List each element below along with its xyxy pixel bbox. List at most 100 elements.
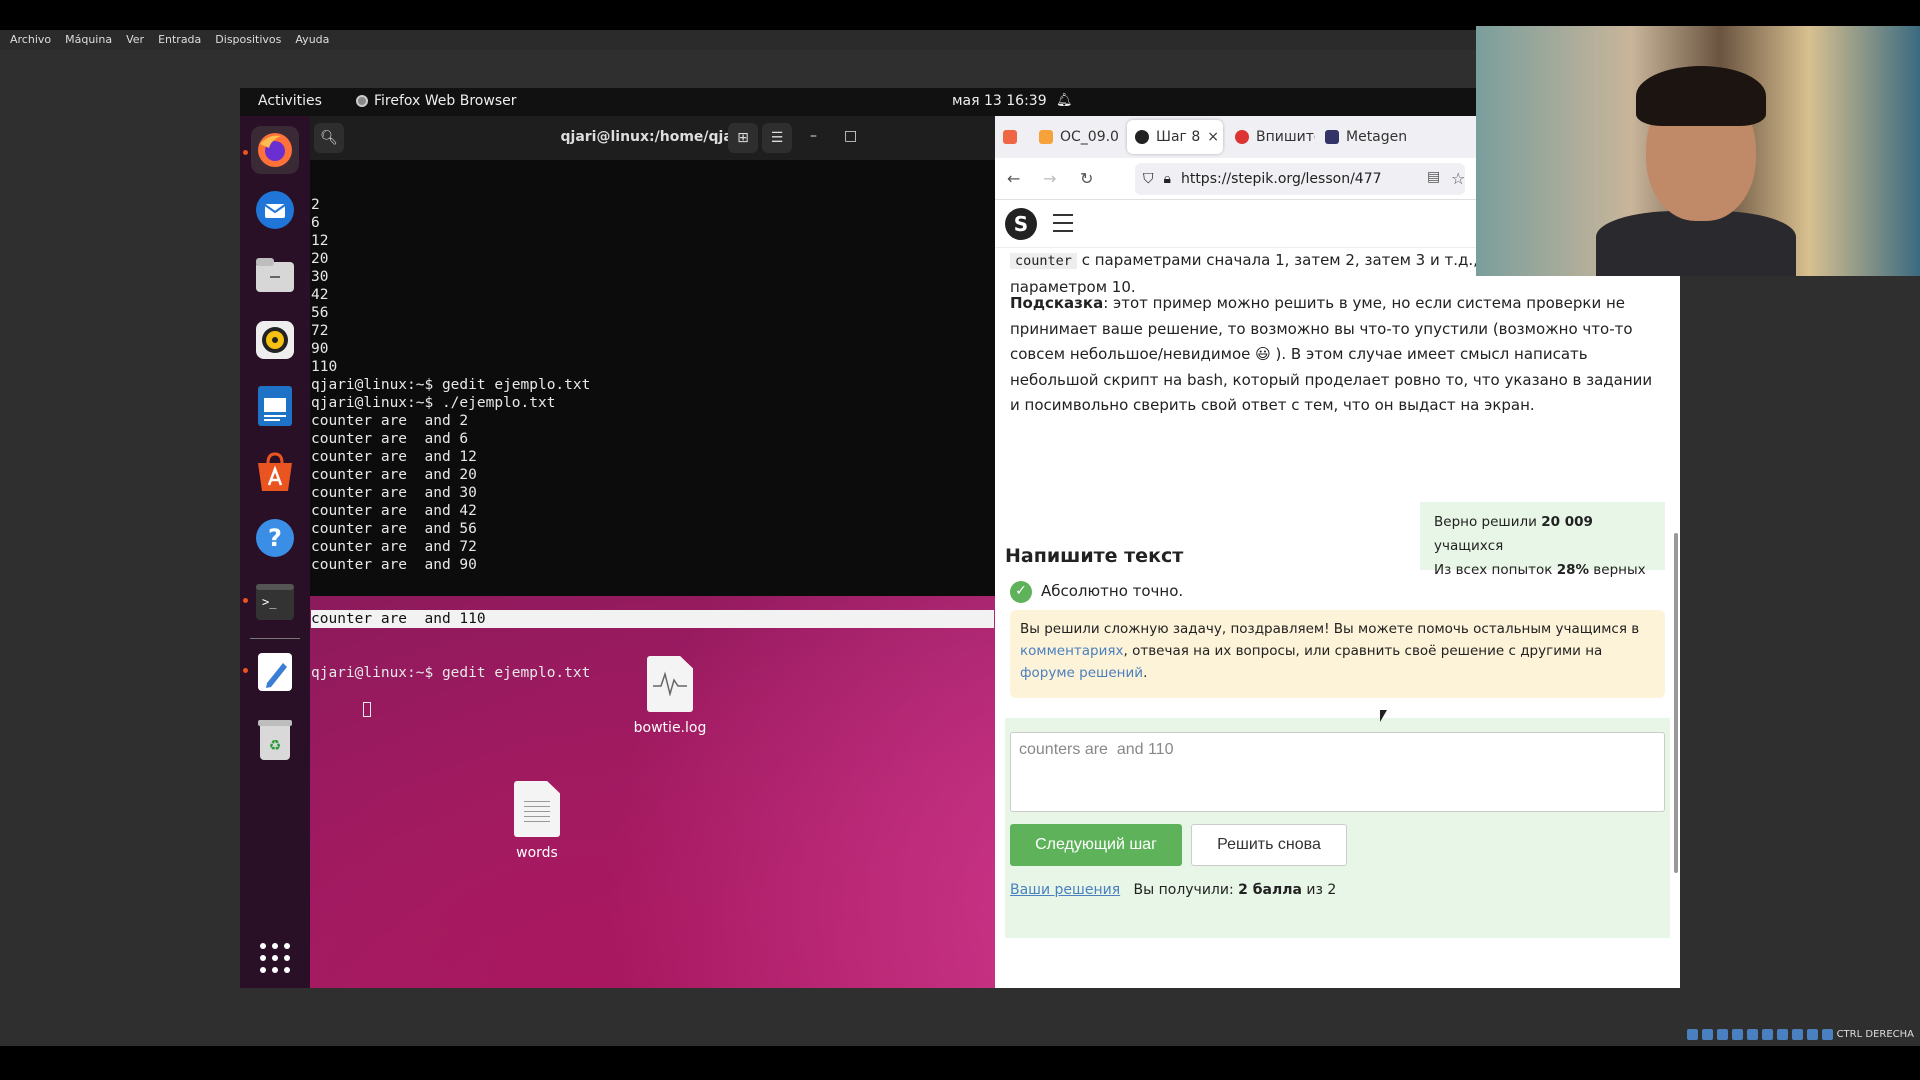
stepik-logo[interactable]: S: [1005, 208, 1037, 240]
reload-icon[interactable]: ↻: [1080, 169, 1093, 188]
app-grid-icon: [260, 943, 290, 973]
terminal-window[interactable]: 🔍︎ qjari@linux:/home/qjari ⊞ ☰ – □ 2 6 12 2…: [310, 116, 995, 717]
menu-ver[interactable]: Ver: [126, 33, 144, 47]
bell-icon[interactable]: 🔔︎: [1056, 93, 1073, 108]
solve-again-button[interactable]: Решить снова: [1191, 824, 1347, 866]
recording-icon[interactable]: [1791, 1028, 1803, 1040]
tab-label: Шаг 8: [1156, 129, 1201, 145]
help-dock-icon[interactable]: ?: [251, 514, 299, 562]
url-text: https://stepik.org/lesson/477: [1180, 171, 1382, 187]
audio-icon[interactable]: [1716, 1028, 1728, 1040]
firefox-icon: [1003, 130, 1017, 144]
webcam-hair: [1636, 66, 1766, 126]
menu-icon[interactable]: ☰: [762, 123, 792, 153]
congrats-text: .: [1143, 665, 1148, 681]
answer-field[interactable]: [1010, 732, 1665, 812]
site-icon: [1039, 130, 1053, 144]
hamburger-icon[interactable]: [1053, 214, 1073, 232]
page-scrollbar[interactable]: [1674, 533, 1678, 873]
minimize-icon[interactable]: –: [810, 128, 817, 144]
firefox-icon: [356, 95, 368, 107]
shield-icon[interactable]: ⛉: [1143, 171, 1154, 187]
show-apps-button[interactable]: [251, 934, 299, 982]
score-suffix: из 2: [1301, 882, 1337, 898]
terminal-line: 110: [311, 359, 338, 375]
bookmark-star-icon[interactable]: ☆: [1451, 169, 1465, 188]
url-bar[interactable]: ⛉ 🔒︎ https://stepik.org/lesson/477: [1135, 163, 1465, 195]
your-solutions-link[interactable]: Ваши решения: [1010, 882, 1120, 898]
stat-value: 28%: [1556, 562, 1590, 578]
menu-entrada[interactable]: Entrada: [158, 33, 201, 47]
tab-step[interactable]: Шаг 8 ×: [1127, 120, 1223, 154]
clock[interactable]: мая 13 16:39: [952, 93, 1047, 109]
rhythmbox-dock-icon[interactable]: [251, 316, 299, 364]
app-center-dock-icon[interactable]: [251, 448, 299, 496]
running-indicator: [243, 598, 248, 603]
terminal-dock-icon[interactable]: >_: [251, 578, 299, 626]
congrats-text: , отвечая на их вопросы, или сравнить св…: [1123, 643, 1603, 659]
terminal-lines: 2 6 12 20 30 42 56 72 90 110 qjari@linux:~$ gedit …: [311, 196, 994, 574]
forum-link[interactable]: форуме решений: [1020, 665, 1143, 681]
attempts-stat: Из всех попыток 28% верных: [1434, 558, 1651, 582]
selected-line: counter are and 110: [311, 610, 994, 628]
result-status: ✓ Абсолютно точно.: [1010, 579, 1183, 605]
maximize-icon[interactable]: □: [844, 128, 857, 144]
dock-separator: [250, 638, 300, 639]
host-statusbar: CTRL DERECHA: [0, 1022, 1920, 1046]
reader-view-icon[interactable]: ▤: [1427, 169, 1440, 185]
menu-ayuda[interactable]: Ayuda: [295, 33, 329, 47]
terminal-line: qjari@linux:~$ gedit ejemplo.txt: [311, 377, 591, 393]
writer-dock-icon[interactable]: [251, 382, 299, 430]
disk-icon[interactable]: [1686, 1028, 1698, 1040]
tab-label: ОС_09.0: [1060, 129, 1119, 145]
new-tab-icon[interactable]: ⊞: [728, 123, 758, 153]
terminal-line: counter are and 6: [311, 431, 469, 447]
terminal-line: 2: [311, 197, 320, 213]
terminal-line: counter are and 12: [311, 449, 477, 465]
usb-icon[interactable]: [1746, 1028, 1758, 1040]
trash-dock-icon[interactable]: ♻: [251, 716, 299, 764]
inline-code: counter: [1010, 253, 1077, 269]
files-dock-icon[interactable]: [251, 252, 299, 300]
tab-vpishite[interactable]: Впишите: [1227, 120, 1315, 154]
terminal-line: counter are and 90: [311, 557, 477, 573]
lock-icon[interactable]: 🔒︎: [1164, 171, 1171, 187]
tab-os[interactable]: ОС_09.0: [1031, 120, 1123, 154]
desktop-file-words[interactable]: words: [482, 781, 592, 861]
display-icon[interactable]: [1776, 1028, 1788, 1040]
terminal-line: 30: [311, 269, 329, 285]
host-key-label: CTRL DERECHA: [1836, 1028, 1914, 1040]
thunderbird-dock-icon[interactable]: [251, 186, 299, 234]
cpu-icon[interactable]: [1806, 1028, 1818, 1040]
close-icon[interactable]: ×: [1207, 129, 1219, 145]
result-text: Абсолютно точно.: [1041, 582, 1184, 600]
score-label: Вы получили:: [1133, 882, 1239, 898]
cd-icon[interactable]: [1701, 1028, 1713, 1040]
text-file-icon: [514, 781, 560, 837]
mouse-integration-icon[interactable]: [1821, 1028, 1833, 1040]
terminal-line: 72: [311, 323, 329, 339]
network-icon[interactable]: [1731, 1028, 1743, 1040]
terminal-line: counter are and 56: [311, 521, 477, 537]
terminal-line: counter are and 42: [311, 503, 477, 519]
comments-link[interactable]: комментариях: [1020, 643, 1124, 659]
terminal-output[interactable]: 2 6 12 20 30 42 56 72 90 110 qjari@linux:~$ gedit …: [310, 160, 995, 736]
back-icon[interactable]: ←: [1007, 169, 1020, 188]
menu-archivo[interactable]: Archivo: [10, 33, 51, 47]
menu-maquina[interactable]: Máquina: [65, 33, 112, 47]
menu-dispositivos[interactable]: Dispositivos: [215, 33, 281, 47]
focused-app-menu[interactable]: Firefox Web Browser: [356, 93, 517, 109]
desktop-file-label: words: [516, 845, 558, 861]
stats-box: Верно решили 20 009 учащихся Из всех поп…: [1420, 502, 1665, 578]
terminal-line: qjari@linux:~$ ./ejemplo.txt: [311, 395, 556, 411]
forward-icon[interactable]: →: [1043, 169, 1056, 188]
firefox-dock-icon[interactable]: [251, 126, 299, 174]
next-step-button[interactable]: Следующий шаг: [1010, 824, 1182, 866]
firefox-view-button[interactable]: [999, 120, 1023, 154]
score-value: 2 балла: [1238, 882, 1302, 898]
tab-metagen[interactable]: Metagen: [1317, 120, 1407, 154]
shared-folder-icon[interactable]: [1761, 1028, 1773, 1040]
text-editor-dock-icon[interactable]: [251, 648, 299, 696]
terminal-line: 42: [311, 287, 329, 303]
activities-button[interactable]: Activities: [258, 93, 322, 109]
